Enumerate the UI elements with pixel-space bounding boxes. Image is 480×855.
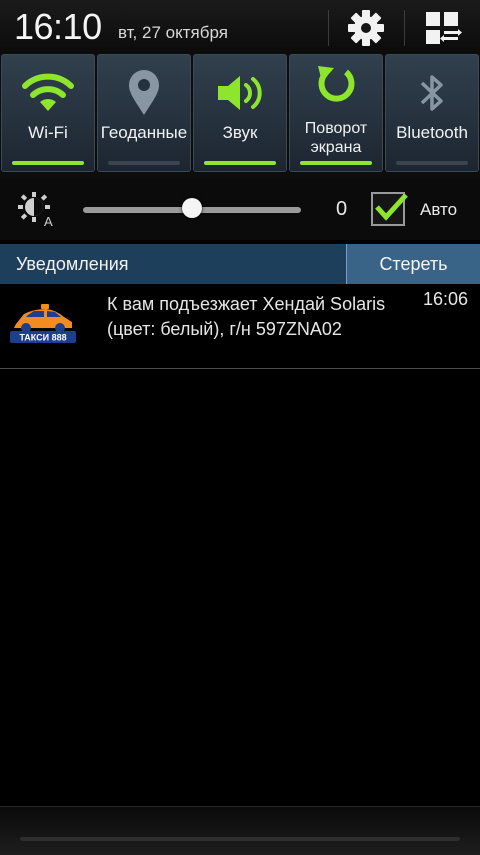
notifications-title: Уведомления — [16, 254, 129, 274]
status-header: 16:10 вт, 27 октября — [0, 0, 480, 54]
rotate-icon — [318, 66, 355, 102]
notification-message: К вам подъезжает Хендай Solaris (цвет: б… — [107, 294, 386, 339]
toggle-indicator-on — [300, 161, 372, 165]
notification-item[interactable]: ТАКСИ 888 К вам подъезжает Хендай Solari… — [0, 284, 480, 368]
auto-brightness-checkbox[interactable] — [371, 192, 408, 226]
quick-settings-panel: Wi-Fi Геоданные Звук Поворот экрана Blue… — [0, 54, 480, 178]
location-pin-icon — [129, 70, 159, 115]
toggle-indicator-off — [396, 161, 468, 165]
brightness-slider-thumb[interactable] — [182, 198, 202, 218]
clock: 16:10 — [14, 6, 102, 47]
grid-edit-icon — [426, 12, 462, 44]
wifi-icon — [22, 73, 74, 111]
header-divider — [328, 10, 329, 46]
toggle-label: Bluetooth — [396, 123, 468, 142]
divider — [0, 368, 480, 369]
svg-text:A: A — [44, 214, 53, 228]
auto-brightness-icon: A — [18, 192, 53, 228]
brightness-row: A 0 Авто — [0, 178, 480, 240]
clear-button[interactable]: Стереть — [346, 244, 480, 284]
toggle-label: Wi-Fi — [28, 123, 68, 142]
toggle-rotation[interactable]: Поворот экрана — [289, 54, 383, 172]
checkmark-icon — [375, 193, 408, 221]
toggle-label: Поворот экрана — [304, 120, 368, 156]
auto-brightness-label: Авто — [420, 200, 458, 219]
toggle-sound[interactable]: Звук — [193, 54, 287, 172]
taxi-app-logo: ТАКСИ 888 — [10, 304, 76, 343]
date: вт, 27 октября — [118, 23, 228, 42]
toggle-location[interactable]: Геоданные — [97, 54, 191, 172]
toggle-wifi[interactable]: Wi-Fi — [1, 54, 95, 172]
drag-grip — [20, 837, 460, 841]
header-divider — [404, 10, 405, 46]
notifications-header: Уведомления Стереть — [0, 244, 480, 284]
toggle-indicator-off — [108, 161, 180, 165]
toggle-indicator-on — [12, 161, 84, 165]
taxi-logo-text: ТАКСИ 888 — [19, 333, 66, 343]
settings-button[interactable] — [336, 6, 396, 50]
brightness-value: 0 — [336, 198, 348, 220]
multiwindow-button[interactable] — [412, 6, 472, 50]
bluetooth-icon — [420, 75, 443, 111]
toggle-indicator-on — [204, 161, 276, 165]
gear-icon — [348, 10, 384, 46]
toggle-label: Звук — [222, 123, 258, 142]
toggle-bluetooth[interactable]: Bluetooth — [385, 54, 479, 172]
notification-time: 16:06 — [423, 289, 469, 309]
panel-drag-handle[interactable] — [0, 806, 480, 855]
speaker-icon — [218, 76, 262, 110]
toggle-label: Геоданные — [100, 123, 188, 142]
